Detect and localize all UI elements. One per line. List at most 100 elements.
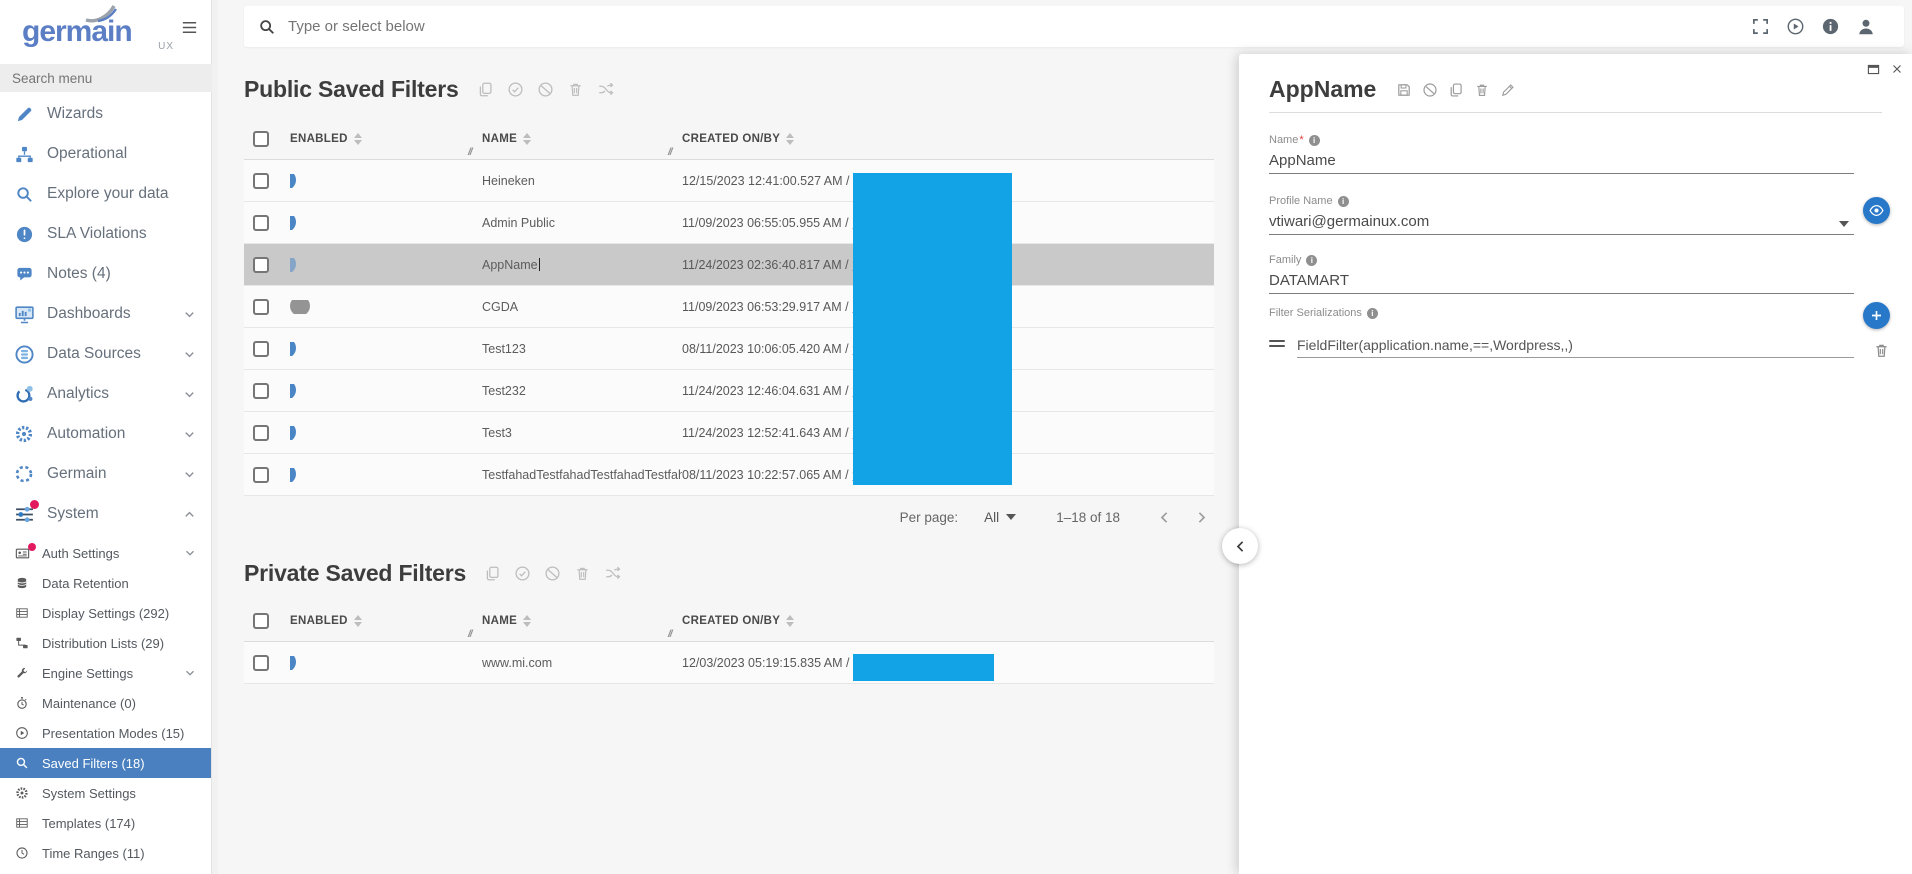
private-filters-header: Private Saved Filters xyxy=(244,560,621,587)
caret-down-icon[interactable] xyxy=(1839,221,1849,227)
prev-page-icon[interactable] xyxy=(1156,509,1173,526)
fullscreen-icon[interactable] xyxy=(1751,17,1770,36)
row-checkbox[interactable] xyxy=(253,467,269,483)
next-page-icon[interactable] xyxy=(1193,509,1210,526)
row-checkbox[interactable] xyxy=(253,383,269,399)
serialization-row xyxy=(1269,332,1854,358)
brand-logo[interactable]: germain UX xyxy=(22,6,152,58)
table-row[interactable]: CGDA 11/09/2023 06:53:29.917 AM /arun xyxy=(244,286,1214,328)
search-icon xyxy=(12,756,32,770)
enable-check-icon[interactable] xyxy=(514,565,531,582)
sidebar-item-templates[interactable]: Templates (174) xyxy=(0,808,211,838)
add-serialization-button[interactable] xyxy=(1863,302,1890,329)
disable-block-icon[interactable] xyxy=(544,565,561,582)
sidebar-item-distribution-lists[interactable]: Distribution Lists (29) xyxy=(0,628,211,658)
column-resize-handle[interactable] xyxy=(668,147,672,158)
user-icon[interactable] xyxy=(1856,17,1876,37)
sidebar-item-auth-settings[interactable]: Auth Settings xyxy=(0,538,211,568)
sort-icon[interactable] xyxy=(786,133,794,145)
sort-icon[interactable] xyxy=(354,615,362,627)
table-row[interactable]: Test3 11/24/2023 12:52:41.643 AM /vtiw xyxy=(244,412,1214,454)
copy-icon[interactable] xyxy=(1448,82,1464,98)
sidebar-item-maintenance[interactable]: Maintenance (0) xyxy=(0,688,211,718)
family-input[interactable] xyxy=(1269,268,1854,294)
sidebar-item-saved-filters[interactable]: Saved Filters (18) xyxy=(0,748,211,778)
table-row[interactable]: Test232 11/24/2023 12:46:04.631 AM /vtiw xyxy=(244,370,1214,412)
sidebar-item-time-ranges[interactable]: Time Ranges (11) xyxy=(0,838,211,868)
table-row[interactable]: www.mi.com 12/03/2023 05:19:15.835 AM /y… xyxy=(244,642,1214,684)
close-icon[interactable] xyxy=(1890,62,1904,77)
edit-icon[interactable] xyxy=(1500,82,1516,98)
table-row[interactable]: Heineken 12/15/2023 12:41:00.527 AM /bko… xyxy=(244,160,1214,202)
trash-icon[interactable] xyxy=(574,565,591,582)
profile-name-select[interactable] xyxy=(1269,209,1854,235)
hamburger-menu-icon[interactable] xyxy=(180,18,199,37)
analytics-icon xyxy=(12,384,36,405)
caret-down-icon xyxy=(1006,514,1016,520)
sidebar-item-data-sources[interactable]: Data Sources xyxy=(0,334,211,374)
trash-icon[interactable] xyxy=(1474,82,1490,98)
sidebar-item-system-settings[interactable]: System Settings xyxy=(0,778,211,808)
row-checkbox[interactable] xyxy=(253,215,269,231)
sort-icon[interactable] xyxy=(523,133,531,145)
save-icon[interactable] xyxy=(1396,82,1412,98)
select-all-checkbox[interactable] xyxy=(253,613,269,629)
row-checkbox[interactable] xyxy=(253,299,269,315)
row-checkbox[interactable] xyxy=(253,341,269,357)
sidebar-item-display-settings[interactable]: Display Settings (292) xyxy=(0,598,211,628)
enable-check-icon[interactable] xyxy=(507,81,524,98)
sidebar-item-wizards[interactable]: Wizards xyxy=(0,94,211,134)
sort-icon[interactable] xyxy=(786,615,794,627)
sidebar-item-data-retention[interactable]: Data Retention xyxy=(0,568,211,598)
disable-block-icon[interactable] xyxy=(1422,82,1438,98)
column-resize-handle[interactable] xyxy=(468,629,472,640)
trash-icon[interactable] xyxy=(567,81,584,98)
table-row-selected[interactable]: AppName 11/24/2023 02:36:40.817 AM /vtiw xyxy=(244,244,1214,286)
select-all-checkbox[interactable] xyxy=(253,131,269,147)
id-card-icon xyxy=(12,546,32,561)
name-input[interactable] xyxy=(1269,148,1854,174)
global-search-input[interactable] xyxy=(288,18,1751,35)
drag-handle-icon[interactable] xyxy=(1269,337,1285,350)
shuffle-icon[interactable] xyxy=(597,81,614,98)
sidebar-item-system[interactable]: System xyxy=(0,494,211,534)
sidebar-item-notes[interactable]: Notes (4) xyxy=(0,254,211,294)
row-checkbox[interactable] xyxy=(253,257,269,273)
serialization-input[interactable] xyxy=(1297,332,1854,358)
trash-icon[interactable] xyxy=(1873,342,1890,359)
sidebar-item-engine-settings[interactable]: Engine Settings xyxy=(0,658,211,688)
sidebar-item-automation[interactable]: Automation xyxy=(0,414,211,454)
sidebar-item-analytics[interactable]: Analytics xyxy=(0,374,211,414)
table-row[interactable]: TestfahadTestfahadTestfahadTestfaha... 0… xyxy=(244,454,1214,496)
name-inline-edit[interactable]: AppName xyxy=(482,258,538,272)
sort-icon[interactable] xyxy=(523,615,531,627)
shuffle-icon[interactable] xyxy=(604,565,621,582)
sidebar-item-sla-violations[interactable]: SLA Violations xyxy=(0,214,211,254)
col-enabled: ENABLED xyxy=(290,615,348,627)
row-checkbox[interactable] xyxy=(253,655,269,671)
sidebar-item-operational[interactable]: Operational xyxy=(0,134,211,174)
row-checkbox[interactable] xyxy=(253,173,269,189)
sort-icon[interactable] xyxy=(354,133,362,145)
info-icon[interactable] xyxy=(1821,17,1840,36)
sidebar-scrollbar[interactable] xyxy=(212,0,218,874)
sidebar-item-explore[interactable]: Explore your data xyxy=(0,174,211,214)
column-resize-handle[interactable] xyxy=(668,629,672,640)
sidebar-item-germain[interactable]: Germain xyxy=(0,454,211,494)
row-checkbox[interactable] xyxy=(253,425,269,441)
play-circle-icon[interactable] xyxy=(1786,17,1805,36)
per-page-select[interactable]: All xyxy=(984,510,1016,525)
column-resize-handle[interactable] xyxy=(468,147,472,158)
sidebar-item-dashboards[interactable]: Dashboards xyxy=(0,294,211,334)
copy-icon[interactable] xyxy=(484,565,501,582)
sidebar-search-input[interactable] xyxy=(0,64,212,92)
collapse-panel-button[interactable] xyxy=(1222,528,1258,564)
sidebar: germain UX Wizards Operational Explore y… xyxy=(0,0,212,874)
sidebar-item-presentation-modes[interactable]: Presentation Modes (15) xyxy=(0,718,211,748)
copy-icon[interactable] xyxy=(477,81,494,98)
table-row[interactable]: Test123 08/11/2023 10:06:05.420 AM /faha xyxy=(244,328,1214,370)
disable-block-icon[interactable] xyxy=(537,81,554,98)
maximize-icon[interactable] xyxy=(1866,62,1881,77)
view-profile-button[interactable] xyxy=(1863,197,1890,224)
table-row[interactable]: Admin Public 11/09/2023 06:55:05.955 AM … xyxy=(244,202,1214,244)
